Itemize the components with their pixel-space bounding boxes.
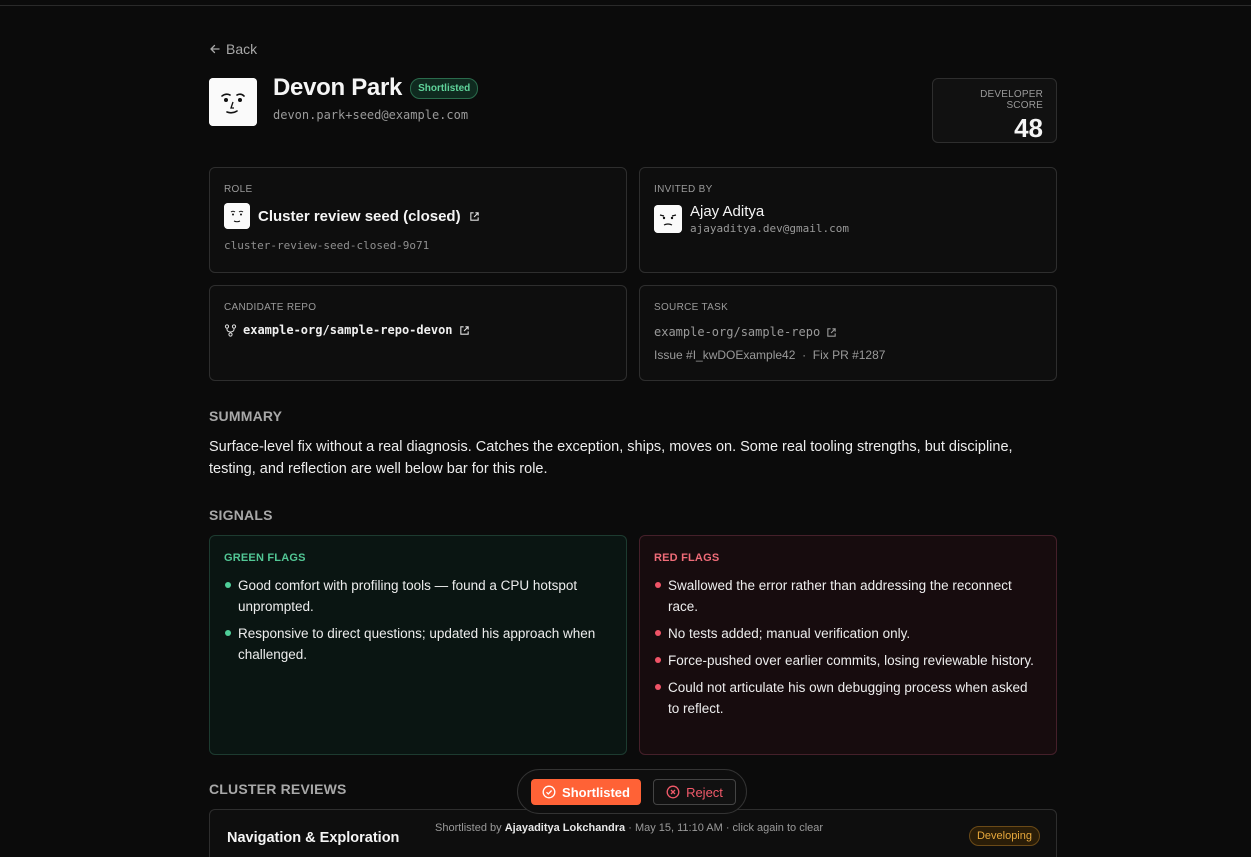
invited-by-label: INVITED BY — [654, 184, 713, 195]
git-fork-icon — [224, 323, 237, 337]
cluster-name: Navigation & Exploration — [227, 830, 400, 846]
list-item: Responsive to direct questions; updated … — [224, 623, 612, 665]
top-divider — [0, 5, 1251, 6]
back-label: Back — [226, 41, 258, 57]
inviter-name: Ajay Aditya — [690, 203, 765, 220]
green-flag-text: Good comfort with profiling tools — foun… — [238, 578, 578, 614]
external-link-icon[interactable] — [826, 327, 837, 338]
red-flag-text: No tests added; manual verification only… — [668, 626, 911, 641]
shortlist-label: Shortlisted — [562, 784, 630, 800]
check-circle-icon — [542, 785, 556, 799]
signals-heading: SIGNALS — [209, 507, 273, 523]
score-value: 48 — [1014, 113, 1043, 143]
candidate-name-row: Devon Park Shortlisted — [273, 74, 479, 102]
red-flags-label: RED FLAGS — [654, 552, 720, 564]
list-item: Good comfort with profiling tools — foun… — [224, 575, 612, 617]
role-slug: cluster-review-seed-closed-9o71 — [224, 239, 430, 252]
external-link-icon[interactable] — [469, 211, 480, 222]
candidate-repo-card: CANDIDATE REPO example-org/sample-repo-d… — [209, 285, 627, 381]
bullet-dot — [225, 630, 231, 636]
decision-action-bar: Shortlisted Reject — [517, 769, 747, 814]
summary-heading: SUMMARY — [209, 408, 283, 424]
green-flags-label: GREEN FLAGS — [224, 552, 306, 564]
invited-by-card: INVITED BY Ajay Aditya ajayaditya.dev@gm… — [639, 167, 1057, 273]
red-flag-text: Could not articulate his own debugging p… — [668, 680, 1028, 716]
role-title[interactable]: Cluster review seed (closed) — [258, 208, 461, 225]
shortlist-button[interactable]: Shortlisted — [531, 779, 641, 805]
red-flag-text: Force-pushed over earlier commits, losin… — [668, 653, 1034, 668]
arrow-left-icon — [210, 44, 220, 54]
status-badge: Shortlisted — [410, 77, 479, 99]
list-item: Could not articulate his own debugging p… — [654, 677, 1042, 719]
back-link[interactable]: Back — [209, 41, 257, 57]
issue-link[interactable]: Issue #I_kwDOExample42 — [654, 348, 795, 362]
source-task-label: SOURCE TASK — [654, 302, 729, 313]
bullet-dot — [655, 657, 661, 663]
red-flags-panel: RED FLAGS Swallowed the error rather tha… — [639, 535, 1057, 755]
list-item: Force-pushed over earlier commits, losin… — [654, 650, 1042, 671]
bullet-dot — [655, 684, 661, 690]
bullet-dot — [655, 630, 661, 636]
developer-score-card: DEVELOPER SCORE 48 — [932, 78, 1057, 143]
list-item: No tests added; manual verification only… — [654, 623, 1042, 644]
note-prefix: Shortlisted by — [435, 822, 502, 834]
list-item: Swallowed the error rather than addressi… — [654, 575, 1042, 617]
external-link-icon[interactable] — [459, 325, 470, 336]
fix-pr-link[interactable]: Fix PR #1287 — [813, 348, 886, 362]
red-flag-text: Swallowed the error rather than addressi… — [668, 578, 1012, 614]
bullet-dot — [655, 582, 661, 588]
source-issue-line: Issue #I_kwDOExample42 · Fix PR #1287 — [654, 348, 1042, 362]
source-repo-link[interactable]: example-org/sample-repo — [654, 325, 1042, 339]
source-task-card: SOURCE TASK example-org/sample-repo Issu… — [639, 285, 1057, 381]
shortlist-note: Shortlisted by Ajayaditya Lokchandra · M… — [435, 822, 823, 834]
inviter-avatar — [654, 205, 682, 233]
summary-text: Surface-level fix without a real diagnos… — [209, 439, 1013, 477]
bullet-dot — [225, 582, 231, 588]
note-user: Ajayaditya Lokchandra — [504, 822, 626, 834]
green-flag-text: Responsive to direct questions; updated … — [238, 626, 596, 662]
reject-label: Reject — [686, 784, 723, 800]
role-label: ROLE — [224, 184, 253, 195]
green-flags-panel: GREEN FLAGS Good comfort with profiling … — [209, 535, 627, 755]
candidate-name: Devon Park — [273, 74, 403, 101]
candidate-repo-label: CANDIDATE REPO — [224, 302, 317, 313]
source-repo-name: example-org/sample-repo — [654, 325, 821, 339]
score-label: DEVELOPER SCORE — [980, 89, 1043, 111]
role-card: ROLE Cluster review seed (closed) cluste… — [209, 167, 627, 273]
role-avatar — [224, 203, 250, 229]
separator: · — [802, 348, 807, 362]
candidate-avatar — [209, 78, 257, 126]
candidate-repo-link[interactable]: example-org/sample-repo-devon — [224, 323, 612, 337]
reject-button[interactable]: Reject — [653, 779, 736, 805]
level-badge: Developing — [968, 826, 1040, 846]
inviter-email: ajayaditya.dev@gmail.com — [690, 222, 849, 235]
candidate-email: devon.park+seed@example.com — [273, 108, 469, 122]
note-suffix: · May 15, 11:10 AM · click again to clea… — [628, 822, 824, 834]
x-circle-icon — [666, 785, 680, 799]
cluster-reviews-heading: CLUSTER REVIEWS — [209, 781, 347, 797]
candidate-repo-name: example-org/sample-repo-devon — [243, 323, 453, 337]
